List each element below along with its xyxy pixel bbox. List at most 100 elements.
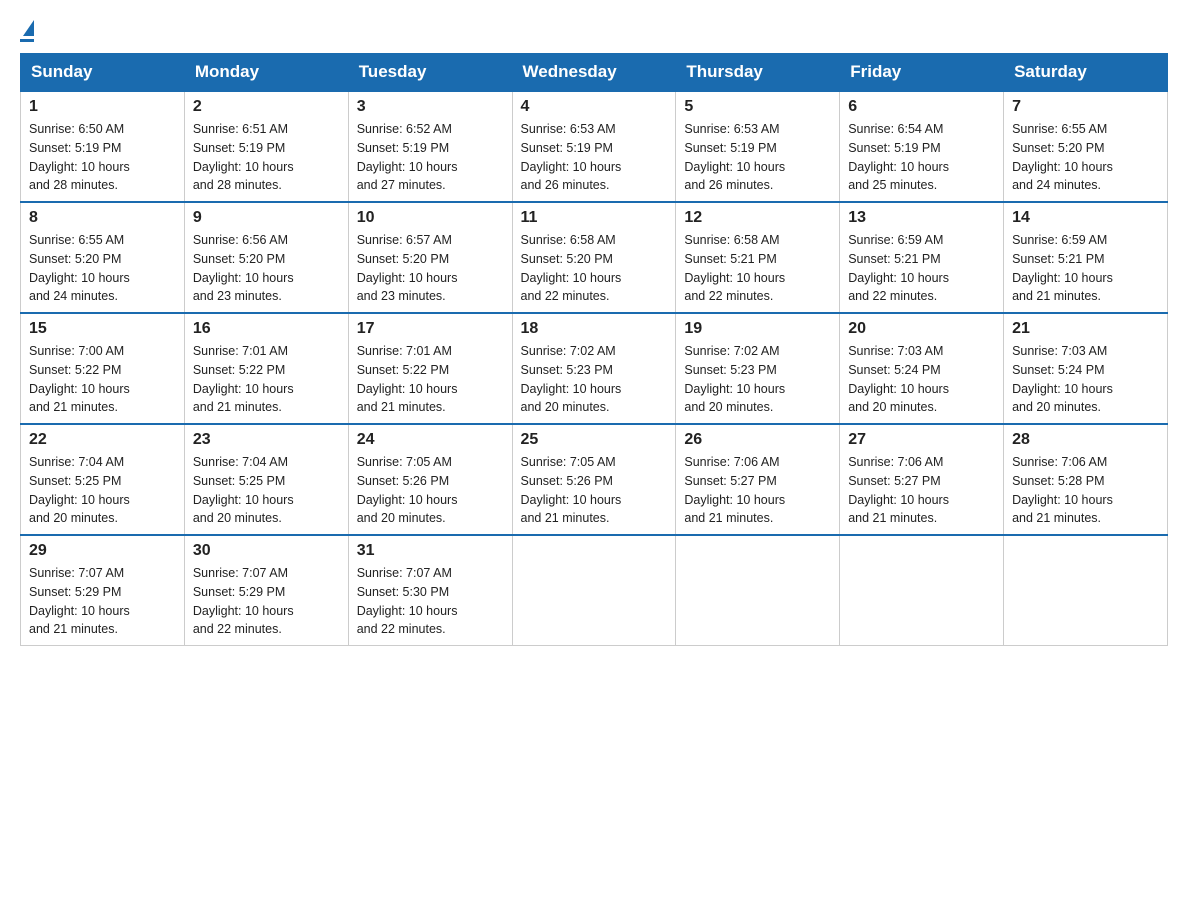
day-number: 22 (29, 431, 176, 449)
day-number: 25 (521, 431, 668, 449)
day-number: 16 (193, 320, 340, 338)
calendar-cell: 28Sunrise: 7:06 AMSunset: 5:28 PMDayligh… (1004, 424, 1168, 535)
calendar-cell: 2 Sunrise: 6:51 AMSunset: 5:19 PMDaylight… (184, 91, 348, 202)
calendar-cell: 12 Sunrise: 6:58 AMSunset: 5:21 PMDayligh… (676, 202, 840, 313)
calendar-cell: 23 Sunrise: 7:04 AMSunset: 5:25 PMDayligh… (184, 424, 348, 535)
calendar-cell: 5Sunrise: 6:53 AMSunset: 5:19 PMDaylight… (676, 91, 840, 202)
day-info: Sunrise: 7:01 AMSunset: 5:22 PMDaylight:… (193, 342, 340, 417)
calendar-cell: 9 Sunrise: 6:56 AMSunset: 5:20 PMDaylight… (184, 202, 348, 313)
day-number: 10 (357, 209, 504, 227)
calendar-cell: 3Sunrise: 6:52 AMSunset: 5:19 PMDaylight… (348, 91, 512, 202)
calendar-cell: 30Sunrise: 7:07 AMSunset: 5:29 PMDayligh… (184, 535, 348, 646)
day-info: Sunrise: 7:02 AMSunset: 5:23 PMDaylight:… (521, 342, 668, 417)
day-number: 26 (684, 431, 831, 449)
calendar-cell: 10 Sunrise: 6:57 AMSunset: 5:20 PMDayligh… (348, 202, 512, 313)
day-number: 29 (29, 542, 176, 560)
calendar-week-4: 22 Sunrise: 7:04 AMSunset: 5:25 PMDayligh… (21, 424, 1168, 535)
calendar-cell (840, 535, 1004, 646)
day-info: Sunrise: 7:04 AMSunset: 5:25 PMDaylight:… (193, 453, 340, 528)
day-info: Sunrise: 7:00 AMSunset: 5:22 PMDaylight:… (29, 342, 176, 417)
calendar-cell: 31 Sunrise: 7:07 AMSunset: 5:30 PMDayligh… (348, 535, 512, 646)
weekday-header-monday: Monday (184, 54, 348, 92)
calendar-cell: 17 Sunrise: 7:01 AMSunset: 5:22 PMDayligh… (348, 313, 512, 424)
day-number: 14 (1012, 209, 1159, 227)
calendar-cell: 27Sunrise: 7:06 AMSunset: 5:27 PMDayligh… (840, 424, 1004, 535)
day-info: Sunrise: 7:07 AMSunset: 5:29 PMDaylight:… (193, 564, 340, 639)
day-info: Sunrise: 6:57 AMSunset: 5:20 PMDaylight:… (357, 231, 504, 306)
calendar-cell: 19 Sunrise: 7:02 AMSunset: 5:23 PMDayligh… (676, 313, 840, 424)
day-info: Sunrise: 6:59 AMSunset: 5:21 PMDaylight:… (1012, 231, 1159, 306)
calendar-week-2: 8Sunrise: 6:55 AMSunset: 5:20 PMDaylight… (21, 202, 1168, 313)
calendar-cell: 15 Sunrise: 7:00 AMSunset: 5:22 PMDayligh… (21, 313, 185, 424)
day-info: Sunrise: 7:04 AMSunset: 5:25 PMDaylight:… (29, 453, 176, 528)
calendar-cell: 24Sunrise: 7:05 AMSunset: 5:26 PMDayligh… (348, 424, 512, 535)
calendar-cell: 7 Sunrise: 6:55 AMSunset: 5:20 PMDaylight… (1004, 91, 1168, 202)
day-number: 20 (848, 320, 995, 338)
day-number: 17 (357, 320, 504, 338)
day-info: Sunrise: 6:55 AMSunset: 5:20 PMDaylight:… (1012, 120, 1159, 195)
calendar-cell (1004, 535, 1168, 646)
day-info: Sunrise: 6:50 AMSunset: 5:19 PMDaylight:… (29, 120, 176, 195)
logo-triangle-icon (23, 20, 34, 36)
calendar-cell: 20 Sunrise: 7:03 AMSunset: 5:24 PMDayligh… (840, 313, 1004, 424)
day-info: Sunrise: 6:59 AMSunset: 5:21 PMDaylight:… (848, 231, 995, 306)
day-number: 15 (29, 320, 176, 338)
calendar-cell: 29 Sunrise: 7:07 AMSunset: 5:29 PMDayligh… (21, 535, 185, 646)
calendar-table: SundayMondayTuesdayWednesdayThursdayFrid… (20, 53, 1168, 646)
day-number: 6 (848, 98, 995, 116)
calendar-cell: 22 Sunrise: 7:04 AMSunset: 5:25 PMDayligh… (21, 424, 185, 535)
day-info: Sunrise: 6:53 AMSunset: 5:19 PMDaylight:… (521, 120, 668, 195)
day-info: Sunrise: 7:01 AMSunset: 5:22 PMDaylight:… (357, 342, 504, 417)
weekday-header-saturday: Saturday (1004, 54, 1168, 92)
day-number: 28 (1012, 431, 1159, 449)
day-info: Sunrise: 7:03 AMSunset: 5:24 PMDaylight:… (1012, 342, 1159, 417)
calendar-cell: 21Sunrise: 7:03 AMSunset: 5:24 PMDayligh… (1004, 313, 1168, 424)
day-info: Sunrise: 6:51 AMSunset: 5:19 PMDaylight:… (193, 120, 340, 195)
day-info: Sunrise: 6:58 AMSunset: 5:20 PMDaylight:… (521, 231, 668, 306)
day-number: 24 (357, 431, 504, 449)
day-number: 7 (1012, 98, 1159, 116)
day-info: Sunrise: 6:58 AMSunset: 5:21 PMDaylight:… (684, 231, 831, 306)
calendar-cell: 8Sunrise: 6:55 AMSunset: 5:20 PMDaylight… (21, 202, 185, 313)
day-info: Sunrise: 7:02 AMSunset: 5:23 PMDaylight:… (684, 342, 831, 417)
weekday-header-thursday: Thursday (676, 54, 840, 92)
day-number: 31 (357, 542, 504, 560)
day-number: 23 (193, 431, 340, 449)
weekday-header-sunday: Sunday (21, 54, 185, 92)
day-info: Sunrise: 6:56 AMSunset: 5:20 PMDaylight:… (193, 231, 340, 306)
weekday-header-friday: Friday (840, 54, 1004, 92)
day-info: Sunrise: 7:03 AMSunset: 5:24 PMDaylight:… (848, 342, 995, 417)
weekday-header-wednesday: Wednesday (512, 54, 676, 92)
logo (20, 20, 34, 43)
day-info: Sunrise: 6:54 AMSunset: 5:19 PMDaylight:… (848, 120, 995, 195)
day-number: 8 (29, 209, 176, 227)
calendar-week-3: 15 Sunrise: 7:00 AMSunset: 5:22 PMDayligh… (21, 313, 1168, 424)
calendar-cell: 4 Sunrise: 6:53 AMSunset: 5:19 PMDaylight… (512, 91, 676, 202)
day-info: Sunrise: 7:07 AMSunset: 5:29 PMDaylight:… (29, 564, 176, 639)
calendar-header-row: SundayMondayTuesdayWednesdayThursdayFrid… (21, 54, 1168, 92)
calendar-cell: 14 Sunrise: 6:59 AMSunset: 5:21 PMDayligh… (1004, 202, 1168, 313)
calendar-cell: 11 Sunrise: 6:58 AMSunset: 5:20 PMDayligh… (512, 202, 676, 313)
calendar-cell: 6 Sunrise: 6:54 AMSunset: 5:19 PMDaylight… (840, 91, 1004, 202)
day-number: 9 (193, 209, 340, 227)
day-number: 4 (521, 98, 668, 116)
calendar-cell: 1Sunrise: 6:50 AMSunset: 5:19 PMDaylight… (21, 91, 185, 202)
day-number: 2 (193, 98, 340, 116)
day-number: 27 (848, 431, 995, 449)
calendar-cell: 26Sunrise: 7:06 AMSunset: 5:27 PMDayligh… (676, 424, 840, 535)
page-header (20, 20, 1168, 43)
day-number: 3 (357, 98, 504, 116)
calendar-cell (512, 535, 676, 646)
calendar-week-5: 29 Sunrise: 7:07 AMSunset: 5:29 PMDayligh… (21, 535, 1168, 646)
day-info: Sunrise: 7:05 AMSunset: 5:26 PMDaylight:… (521, 453, 668, 528)
day-info: Sunrise: 7:07 AMSunset: 5:30 PMDaylight:… (357, 564, 504, 639)
day-number: 18 (521, 320, 668, 338)
calendar-week-1: 1Sunrise: 6:50 AMSunset: 5:19 PMDaylight… (21, 91, 1168, 202)
day-info: Sunrise: 6:53 AMSunset: 5:19 PMDaylight:… (684, 120, 831, 195)
day-number: 11 (521, 209, 668, 227)
calendar-cell: 25 Sunrise: 7:05 AMSunset: 5:26 PMDayligh… (512, 424, 676, 535)
weekday-header-tuesday: Tuesday (348, 54, 512, 92)
calendar-cell: 16 Sunrise: 7:01 AMSunset: 5:22 PMDayligh… (184, 313, 348, 424)
day-number: 19 (684, 320, 831, 338)
day-number: 12 (684, 209, 831, 227)
